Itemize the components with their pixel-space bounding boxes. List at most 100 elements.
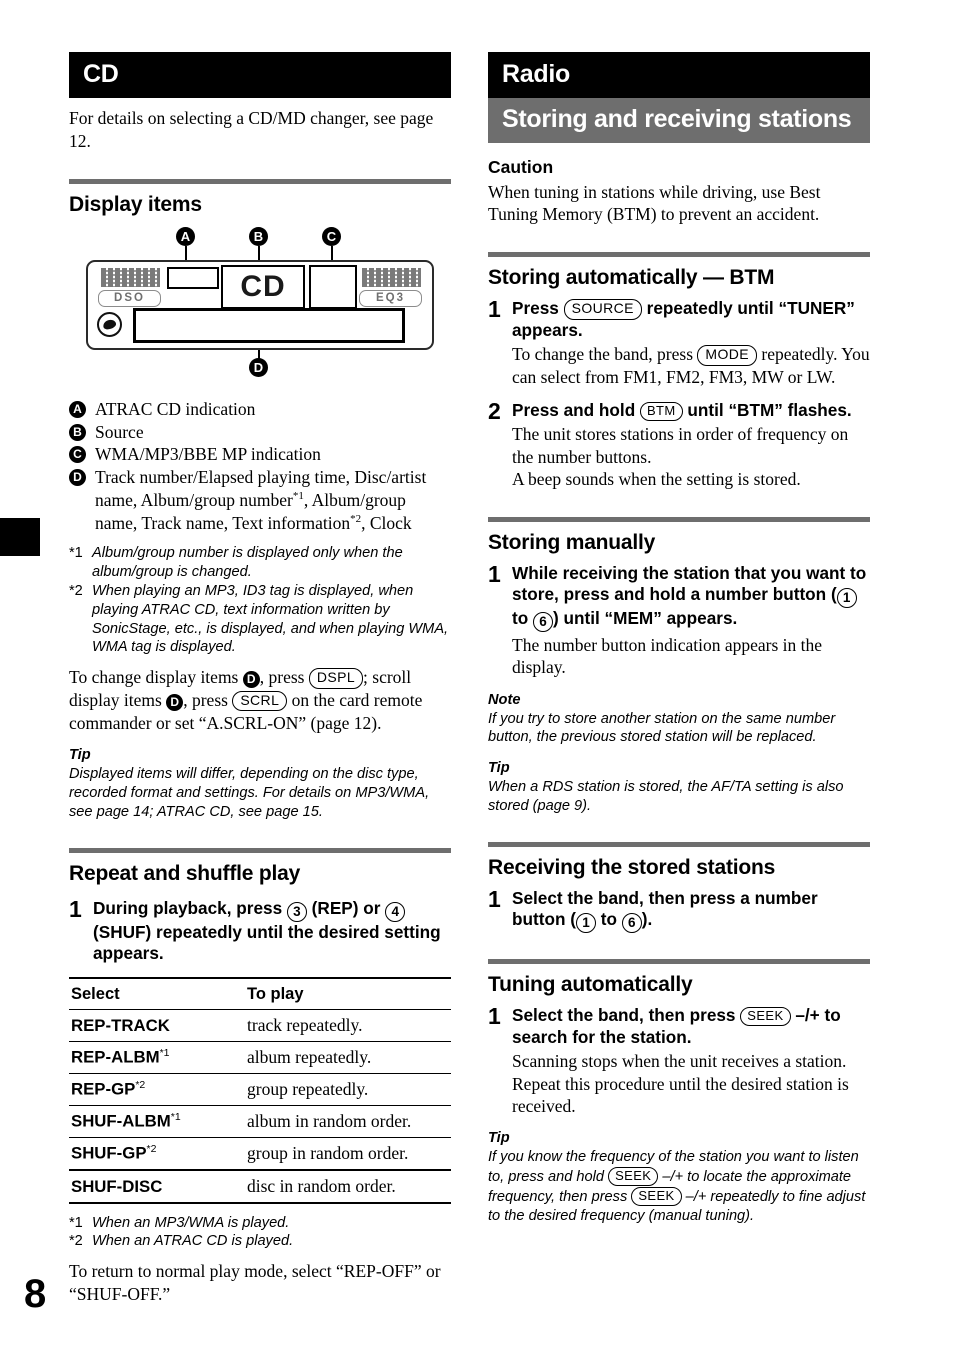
manual-page: 8 CD For details on selecting a CD/MD ch…: [0, 0, 954, 1352]
tuning-tip: Tip If you know the frequency of the sta…: [488, 1129, 870, 1225]
step-text-b: to: [595, 909, 622, 930]
step-body: During playback, press 3 (REP) or 4 (SHU…: [93, 898, 451, 965]
mode-button[interactable]: MODE: [697, 345, 757, 366]
btm-step-2: 2 Press and hold BTM until “BTM” flashes…: [488, 397, 870, 491]
step-text-b: (REP) or: [306, 897, 386, 918]
receiving-step-1: 1 Select the band, then press a number b…: [488, 885, 870, 934]
legend-item: C WMA/MP3/BBE MP indication: [69, 443, 451, 466]
section-rule: [69, 847, 451, 853]
callout-c: C: [322, 226, 341, 246]
cell-toplay: disc in random order.: [245, 1169, 451, 1204]
step-text-b: until “BTM” flashes.: [682, 399, 852, 420]
cell-select: REP-GP*2: [69, 1073, 245, 1106]
step-text-a: During playback, press: [93, 897, 287, 918]
cell-select: SHUF-ALBM*1: [69, 1105, 245, 1138]
caution-heading: Caution: [488, 156, 554, 177]
step-text-c: ).: [641, 909, 653, 930]
legend-mark-a: A: [69, 398, 95, 418]
tip-text: When a RDS station is stored, the AF/TA …: [488, 779, 844, 814]
cell-toplay: track repeatedly.: [245, 1009, 451, 1042]
step-lead: While receiving the station that you wan…: [512, 563, 870, 633]
segment-glyph: CD: [240, 269, 286, 303]
cell-select: REP-TRACK: [69, 1009, 245, 1042]
number-button-3[interactable]: 3: [286, 901, 307, 922]
section-rule: [488, 252, 870, 257]
step-number: 1: [69, 895, 82, 922]
btm-heading: Storing automatically — BTM: [488, 266, 775, 289]
number-button-4[interactable]: 4: [385, 901, 406, 922]
change-text-a: To change display items: [69, 667, 243, 688]
step-lead: Press SOURCE repeatedly until “TUNER” ap…: [512, 298, 870, 341]
table-row: SHUF-GP*2 group in random order.: [69, 1137, 451, 1171]
step-text-c: ) until “MEM” appears.: [553, 608, 738, 629]
step-lead: Select the band, then press SEEK –/+ to …: [512, 1005, 870, 1048]
section-rule: [488, 959, 870, 965]
number-button-1[interactable]: 1: [836, 588, 857, 609]
cell-toplay: album repeatedly.: [245, 1041, 451, 1074]
display-items-legend: A ATRAC CD indication B Source C WMA/MP3…: [69, 398, 451, 535]
page-number: 8: [24, 1272, 47, 1316]
step-detail: To change the band, press MODE repeatedl…: [512, 343, 870, 388]
step-detail: The number button indication appears in …: [512, 635, 823, 678]
number-button-6[interactable]: 6: [533, 612, 553, 633]
display-items-section: Display items: [69, 178, 451, 217]
display-items-tip: Tip Displayed items will differ, dependi…: [69, 746, 451, 821]
cell-select: REP-ALBM*1: [69, 1041, 245, 1074]
display-items-heading: Display items: [69, 192, 202, 216]
display-unit-diagram: A B C D DSO CD EQ3: [69, 226, 451, 382]
seek-button[interactable]: SEEK: [740, 1007, 791, 1027]
seek-button[interactable]: SEEK: [631, 1186, 682, 1207]
cell-select: SHUF-GP*2: [69, 1137, 245, 1171]
scrl-button[interactable]: SCRL: [232, 690, 288, 712]
text-information-box: [133, 307, 405, 343]
table-row: REP-ALBM*1 album repeatedly.: [69, 1041, 451, 1074]
step-body: Select the band, then press a number but…: [512, 888, 870, 934]
repeat-shuffle-closing: To return to normal play mode, select “R…: [69, 1261, 441, 1304]
inline-marker-d2: D: [166, 693, 184, 711]
change-text-d: , press: [183, 689, 233, 710]
seek-button[interactable]: SEEK: [608, 1167, 659, 1187]
number-button-1[interactable]: 1: [575, 913, 596, 934]
table-row: SHUF-DISC disc in random order.: [69, 1169, 451, 1204]
step-body: Press and hold BTM until “BTM” flashes. …: [512, 400, 870, 491]
inline-marker-d: D: [242, 671, 260, 689]
receiving-heading: Receiving the stored stations: [488, 855, 776, 879]
number-button-6[interactable]: 6: [621, 913, 642, 934]
step-text-a: Select the band, then press: [512, 1005, 741, 1026]
step-number: 1: [488, 296, 501, 322]
table-row: SHUF-ALBM*1 album in random order.: [69, 1105, 451, 1138]
storing-manually-heading: Storing manually: [488, 530, 656, 554]
table-header-row: Select To play: [69, 976, 451, 1010]
step-text-a: Select the band, then press a number but…: [512, 887, 818, 930]
step-number: 2: [488, 397, 501, 424]
table-row: REP-TRACK track repeatedly.: [69, 1009, 451, 1042]
eq3-indicator: EQ3: [359, 289, 422, 307]
step-number: 1: [488, 885, 501, 912]
tip-label: Tip: [488, 760, 510, 777]
footnote-row: *1 When an MP3/WMA is played.: [69, 1214, 451, 1233]
btm-step-1: 1 Press SOURCE repeatedly until “TUNER” …: [488, 296, 870, 388]
table-row: REP-GP*2 group repeatedly.: [69, 1073, 451, 1106]
callout-a: A: [176, 226, 195, 246]
legend-mark-b: B: [69, 421, 95, 441]
tip-label: Tip: [69, 747, 91, 764]
change-display-items-paragraph: To change display items D, press DSPL; s…: [69, 666, 451, 734]
source-button[interactable]: SOURCE: [563, 299, 642, 320]
chapter-banner-radio: Radio: [488, 52, 870, 99]
step-text-c: (SHUF) repeatedly until the desired sett…: [93, 921, 441, 964]
section-rule: [488, 516, 870, 522]
callout-d: D: [249, 357, 268, 377]
storing-manually-section: Storing manually: [488, 516, 870, 555]
dso-indicator: DSO: [98, 289, 161, 307]
repeat-shuffle-step-1: 1 During playback, press 3 (REP) or 4 (S…: [69, 895, 451, 965]
step-text-a: Press and hold: [512, 399, 640, 420]
btm-button[interactable]: BTM: [639, 401, 683, 422]
cell-toplay: group repeatedly.: [245, 1073, 451, 1106]
footnote-text: Album/group number is displayed only whe…: [92, 545, 403, 581]
dspl-button[interactable]: DSPL: [308, 668, 364, 689]
legend-text-b: Source: [95, 421, 144, 442]
change-text-b: , press: [259, 667, 309, 688]
cell-toplay: group in random order.: [245, 1137, 451, 1171]
footnote-text: When an MP3/WMA is played.: [92, 1214, 290, 1231]
footnote-mark: *1: [69, 545, 83, 562]
